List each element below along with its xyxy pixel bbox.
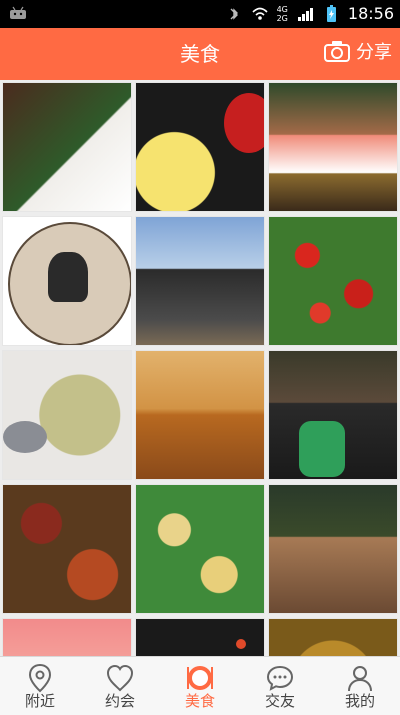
photo-tile[interactable]: tile-10 [2, 484, 132, 614]
nav-item-nearby[interactable]: 附近 [0, 657, 80, 715]
photo-grid[interactable]: tile-1 tile-2 tile-3 tile-4 tile-5 tile-… [0, 80, 400, 656]
battery-icon [326, 5, 336, 22]
person-icon [348, 666, 372, 692]
photo-tile[interactable]: tile-5 [135, 216, 265, 346]
photo-tile[interactable]: tile-12 [268, 484, 398, 614]
photo-tile[interactable]: tile-11 [135, 484, 265, 614]
chat-bubble-icon [266, 665, 294, 691]
photo-tile[interactable]: tile-3 [268, 82, 398, 212]
photo-tile[interactable]: tile-7 [2, 350, 132, 480]
photo-tile[interactable]: tile-13 [2, 618, 132, 656]
clock: 18:56 [347, 4, 394, 23]
nav-item-profile[interactable]: 我的 [320, 657, 400, 715]
photo-tile[interactable]: tile-14 [135, 618, 265, 656]
photo-tile[interactable]: tile-9 [268, 350, 398, 480]
nav-item-food[interactable]: 美食 [160, 657, 240, 715]
android-icon [10, 6, 26, 19]
photo-tile[interactable]: tile-4 [2, 216, 132, 346]
photo-tile[interactable]: tile-15 [268, 618, 398, 656]
signal-icon [297, 8, 313, 21]
bluetooth-icon [230, 8, 238, 20]
nav-item-friends[interactable]: 交友 [240, 657, 320, 715]
nav-label-dating: 约会 [104, 692, 135, 710]
photo-tile[interactable]: tile-2 [135, 82, 265, 212]
photo-tile[interactable]: tile-1 [2, 82, 132, 212]
nav-label-nearby: 附近 [24, 692, 55, 710]
share-button[interactable]: 分享 [324, 38, 392, 64]
nav-item-dating[interactable]: 约会 [80, 657, 160, 715]
photo-tile[interactable]: tile-6 [268, 216, 398, 346]
nav-label-food: 美食 [184, 692, 215, 710]
status-bar: 4G 2G 18:56 [0, 0, 400, 28]
camera-icon [324, 41, 350, 62]
bottom-nav: 附近 约会 美食 交友 我的 [0, 656, 400, 715]
heart-icon [106, 664, 134, 692]
top-bar: 美食 分享 [0, 28, 400, 80]
wifi-icon [252, 7, 268, 20]
network-label-2g: 2G [276, 14, 288, 23]
nav-label-friends: 交友 [264, 692, 295, 710]
network-indicator: 4G 2G [277, 5, 288, 23]
nav-label-profile: 我的 [344, 692, 375, 710]
location-pin-icon [28, 663, 52, 693]
network-label-4g: 4G [276, 5, 288, 14]
food-icon [187, 666, 213, 690]
photo-tile[interactable]: tile-8 [135, 350, 265, 480]
share-label: 分享 [356, 42, 392, 63]
